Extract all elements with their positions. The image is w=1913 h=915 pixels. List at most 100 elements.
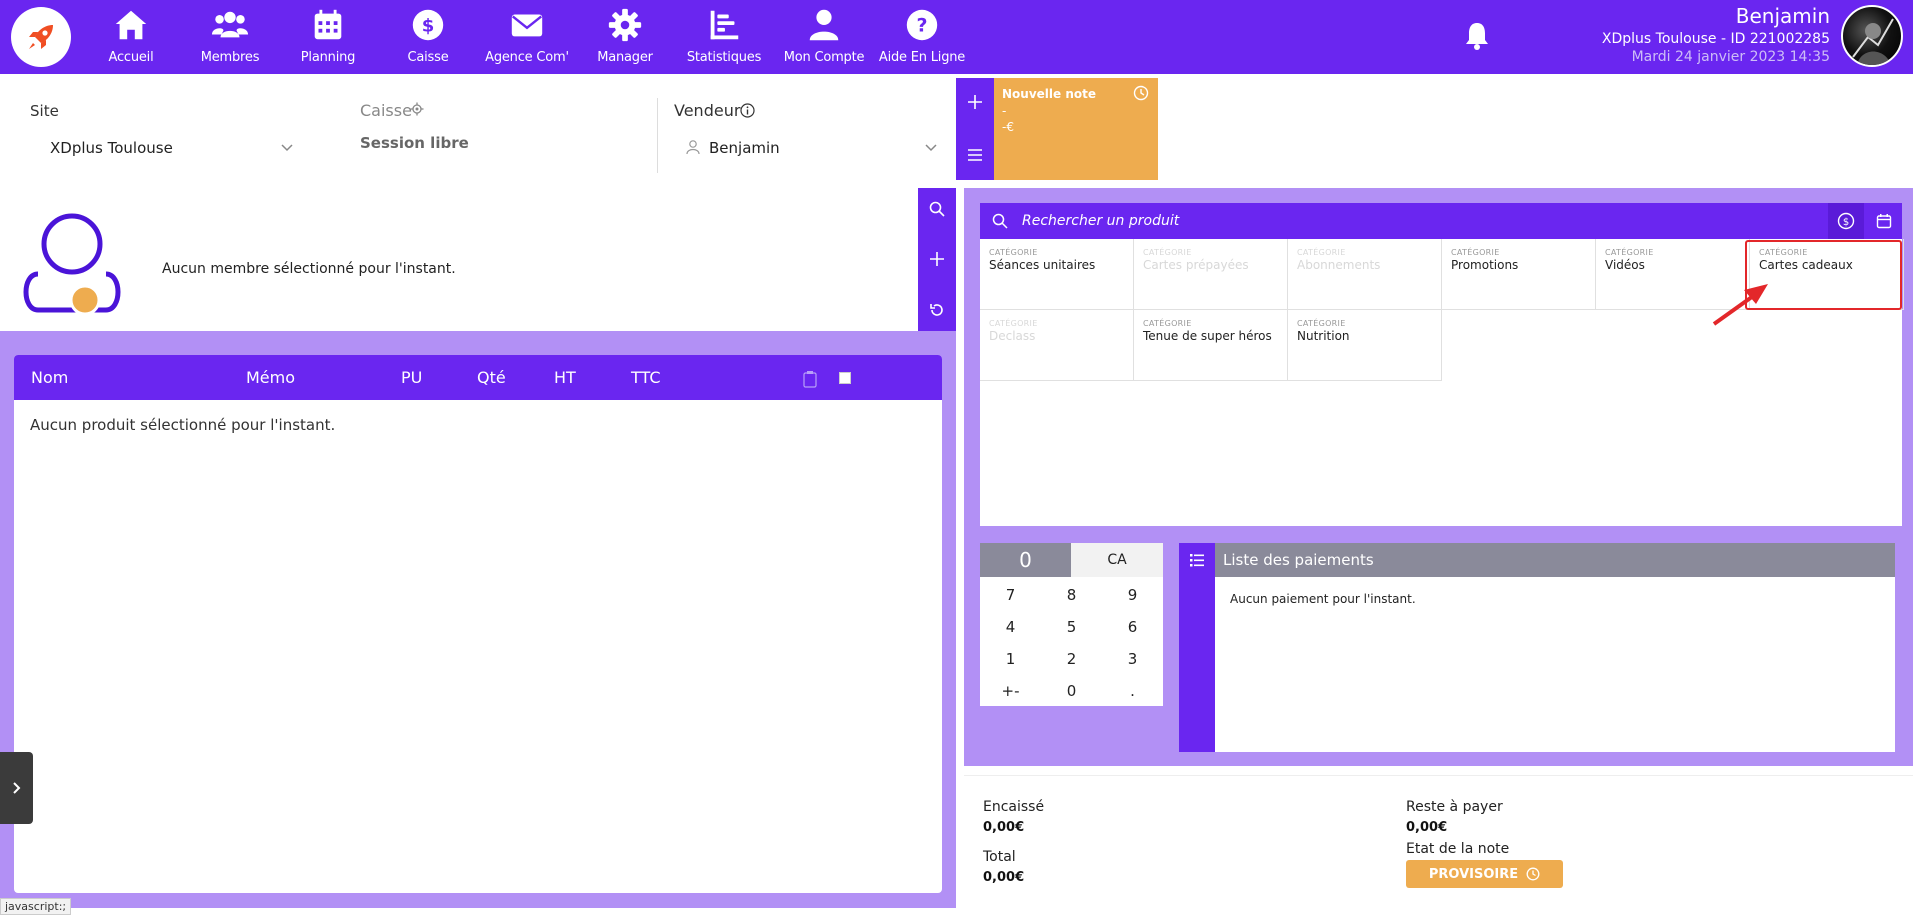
keypad-key[interactable]: 3 [1102,643,1163,675]
envelope-icon [511,14,543,37]
note-line: - [1002,104,1007,118]
keypad-key[interactable]: 8 [1041,579,1102,611]
category-label: Nutrition [1297,329,1350,343]
keypad-key[interactable]: 7 [980,579,1041,611]
nav-label: Manager [597,50,653,65]
category-tile: CATÉGORIE Declass [980,310,1134,381]
vendeur-label: Vendeur [674,101,741,120]
home-icon [115,10,147,40]
nav-agence-com[interactable]: Agence Com' [485,4,569,70]
caisse-session[interactable]: Session libre [360,134,469,152]
chevron-down-icon[interactable] [280,141,294,155]
nav-aide-en-ligne[interactable]: ? Aide En Ligne [878,4,966,70]
plus-icon [930,252,944,266]
bell-icon[interactable] [1461,20,1493,52]
category-tile[interactable]: CATÉGORIE Nutrition [1288,310,1442,381]
category-kicker: CATÉGORIE [1143,319,1192,328]
calendar-icon [1876,214,1891,229]
reste-label: Reste à payer [1406,799,1503,815]
etat-label: Etat de la note [1406,841,1510,857]
search-icon [929,201,945,217]
svg-text:?: ? [916,15,927,37]
info-icon[interactable] [740,103,755,118]
side-panel-toggle[interactable] [0,752,33,824]
price-filter-button[interactable]: $ [1828,203,1864,239]
status-bar-url: javascript:; [0,898,72,915]
rocket-logo-icon[interactable] [11,7,71,67]
note-actions [956,78,994,180]
member-placeholder-icon [23,213,121,315]
nav-accueil[interactable]: Accueil [100,4,162,70]
chevron-down-icon[interactable] [924,141,938,155]
keypad-key[interactable]: . [1102,675,1163,707]
payments-title: Liste des paiements [1223,551,1374,569]
nav-label: Aide En Ligne [878,50,966,65]
nav-manager[interactable]: Manager [595,4,655,70]
keypad-key[interactable]: 1 [980,643,1041,675]
keypad-key[interactable]: 2 [1041,643,1102,675]
keypad-key[interactable]: 4 [980,611,1041,643]
clock-icon [1133,85,1149,101]
site-select[interactable]: XDplus Toulouse [50,139,173,157]
caisse-label: Caisse [360,101,412,120]
category-tile[interactable]: CATÉGORIE Promotions [1442,239,1596,310]
total-value: 0,00€ [983,870,1025,885]
nav-membres[interactable]: Membres [197,4,263,70]
menu-icon[interactable] [967,147,983,163]
settings-gear-icon[interactable] [410,102,424,116]
category-kicker: CATÉGORIE [1451,248,1500,257]
keypad-key[interactable]: 5 [1041,611,1102,643]
select-all-checkbox[interactable] [839,372,851,384]
nav-statistiques[interactable]: Statistiques [686,4,762,70]
nav-caisse[interactable]: $ Caisse [400,4,456,70]
product-search-bar[interactable]: Rechercher un produit $ [980,203,1902,239]
clipboard-icon[interactable] [803,370,817,388]
category-tile: CATÉGORIE Abonnements [1288,239,1442,310]
svg-text:$: $ [422,16,435,37]
keypad-key[interactable]: +- [980,675,1041,707]
list-icon[interactable] [1189,552,1205,568]
nav-planning[interactable]: Planning [296,4,360,70]
vendeur-select[interactable]: Benjamin [709,139,780,157]
avatar[interactable] [1841,5,1903,67]
col-ht: HT [554,368,576,387]
category-label: Tenue de super héros [1143,329,1272,343]
keypad-key[interactable]: 0 [1041,675,1102,707]
category-label: Vidéos [1605,258,1645,272]
member-empty-text: Aucun membre sélectionné pour l'instant. [162,261,456,277]
provisoire-label: PROVISOIRE [1428,866,1519,882]
products-empty-text: Aucun produit sélectionné pour l'instant… [30,416,336,434]
col-nom: Nom [31,368,69,387]
user-outline-icon [686,140,700,155]
search-member-button[interactable] [918,190,956,228]
reset-member-button[interactable] [918,291,956,329]
category-tile[interactable]: CATÉGORIE Séances unitaires [980,239,1134,310]
nav-label: Caisse [407,50,449,65]
add-note-icon[interactable] [967,94,983,110]
keypad-key[interactable]: 6 [1102,611,1163,643]
category-tile[interactable]: CATÉGORIE Tenue de super héros [1134,310,1288,381]
add-member-button[interactable] [918,240,956,278]
site-label: Site [30,102,59,120]
reste-value: 0,00€ [1406,820,1448,835]
member-actions [918,188,956,331]
keypad-ca-button[interactable]: CA [1071,543,1163,577]
red-arrow-annotation [1712,284,1768,326]
nav-mon-compte[interactable]: Mon Compte [784,4,864,70]
user-icon [809,9,839,41]
provisoire-button[interactable]: PROVISOIRE [1406,860,1563,888]
top-navigation: Accueil Membres Planning $ Caisse Agence… [0,0,1913,74]
note-card[interactable]: Nouvelle note - -€ [994,78,1158,180]
chevron-right-icon [12,782,20,794]
category-label: Promotions [1451,258,1519,272]
category-kicker: CATÉGORIE [1143,248,1192,257]
keypad-key[interactable]: 9 [1102,579,1163,611]
encaisse-label: Encaissé [983,799,1045,815]
keypad: 0 CA 7 8 9 4 5 6 1 2 3 +- 0. [980,543,1163,706]
members-icon [211,11,249,38]
category-label: Séances unitaires [989,258,1096,272]
calendar-filter-button[interactable] [1865,203,1902,239]
payments-empty-text: Aucun paiement pour l'instant. [1230,592,1416,606]
col-qte: Qté [477,368,506,387]
clock-icon [1526,867,1540,881]
